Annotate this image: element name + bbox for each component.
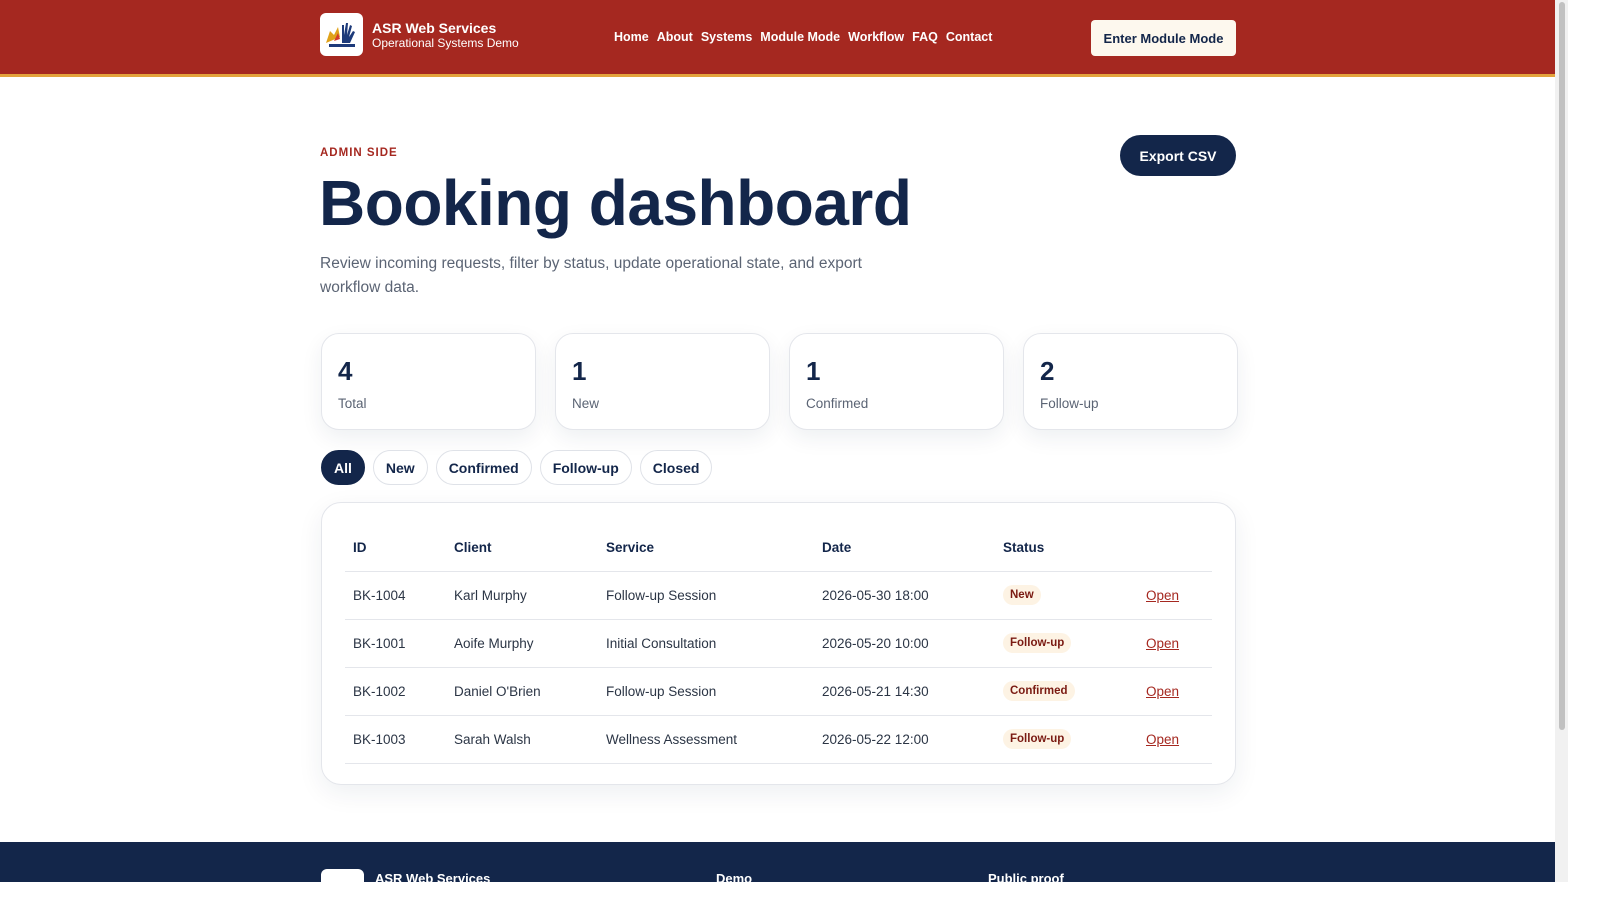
footer-logo <box>321 869 364 889</box>
stat-value: 2 <box>1040 356 1055 386</box>
stat-label: New <box>572 396 600 411</box>
stat-value: 1 <box>572 356 587 386</box>
section-eyebrow: ADMIN SIDE <box>320 147 398 159</box>
booking-id: BK-1002 <box>345 667 446 716</box>
stat-label: Total <box>338 396 367 411</box>
footer-brand-name: ASR Web Services <box>375 871 491 886</box>
brand-name: ASR Web Services <box>372 19 497 36</box>
page-description: Review incoming requests, filter by stat… <box>320 255 862 296</box>
table-row: BK-1002 Daniel O'Brien Follow-up Session… <box>345 667 1212 716</box>
stat-card-follow-up: 2 Follow-up <box>1023 333 1238 430</box>
booking-id: BK-1003 <box>345 715 446 764</box>
column-header-actions <box>1138 524 1212 572</box>
bookings-table-card: ID Client Service Date Status BK-1004 Ka… <box>321 502 1236 785</box>
filter-chip-closed[interactable]: Closed <box>639 450 713 485</box>
table-row: BK-1001 Aoife Murphy Initial Consultatio… <box>345 619 1212 668</box>
column-header-service: Service <box>598 524 814 572</box>
service-name: Follow-up Session <box>598 667 814 716</box>
service-name: Initial Consultation <box>598 619 814 668</box>
open-booking-link[interactable]: Open <box>1146 732 1179 747</box>
brand[interactable]: ASR Web Services Operational Systems Dem… <box>320 13 519 56</box>
page-title: Booking dashboard <box>319 167 912 239</box>
page-scrollbar[interactable] <box>1555 0 1568 882</box>
scrollbar-thumb[interactable] <box>1559 2 1565 730</box>
brand-tagline: Operational Systems Demo <box>372 35 519 50</box>
column-header-id: ID <box>345 524 446 572</box>
main-nav: Home About Systems Module Mode Workflow … <box>614 29 992 45</box>
stat-value: 4 <box>338 356 353 386</box>
nav-link-contact[interactable]: Contact <box>946 29 993 45</box>
stat-value: 1 <box>806 356 821 386</box>
status-badge: Confirmed <box>1003 681 1075 701</box>
booking-id: BK-1004 <box>345 571 446 620</box>
nav-link-about[interactable]: About <box>657 29 693 45</box>
booking-date: 2026-05-21 14:30 <box>814 667 995 716</box>
open-booking-link[interactable]: Open <box>1146 588 1179 603</box>
status-badge: New <box>1003 585 1041 605</box>
nav-link-faq[interactable]: FAQ <box>912 29 938 45</box>
filter-chip-confirmed[interactable]: Confirmed <box>435 450 532 485</box>
open-booking-link[interactable]: Open <box>1146 684 1179 699</box>
client-name: Karl Murphy <box>446 571 598 620</box>
nav-link-home[interactable]: Home <box>614 29 649 45</box>
table-row: BK-1003 Sarah Walsh Wellness Assessment … <box>345 715 1212 764</box>
stats-row: 4 Total 1 New 1 Confirmed 2 Follow-up <box>321 333 1238 430</box>
stat-card-new: 1 New <box>555 333 770 430</box>
client-name: Aoife Murphy <box>446 619 598 668</box>
client-name: Daniel O'Brien <box>446 667 598 716</box>
status-filters: All New Confirmed Follow-up Closed <box>321 450 713 485</box>
filter-chip-follow-up[interactable]: Follow-up <box>539 450 632 485</box>
status-badge: Follow-up <box>1003 729 1072 749</box>
booking-date: 2026-05-22 12:00 <box>814 715 995 764</box>
stat-card-total: 4 Total <box>321 333 536 430</box>
nav-link-module-mode[interactable]: Module Mode <box>760 29 840 45</box>
stat-label: Follow-up <box>1040 396 1099 411</box>
status-badge: Follow-up <box>1003 633 1072 653</box>
service-name: Follow-up Session <box>598 571 814 620</box>
column-header-client: Client <box>446 524 598 572</box>
column-header-status: Status <box>995 524 1138 572</box>
filter-chip-new[interactable]: New <box>372 450 428 485</box>
booking-date: 2026-05-20 10:00 <box>814 619 995 668</box>
company-logo <box>320 13 363 56</box>
table-row: BK-1004 Karl Murphy Follow-up Session 20… <box>345 571 1212 620</box>
client-name: Sarah Walsh <box>446 715 598 764</box>
bookings-table: ID Client Service Date Status BK-1004 Ka… <box>345 524 1212 764</box>
table-header-row: ID Client Service Date Status <box>345 524 1212 572</box>
stat-label: Confirmed <box>806 396 869 411</box>
nav-link-systems[interactable]: Systems <box>701 29 752 45</box>
footer-heading-public-proof: Public proof <box>988 871 1064 886</box>
export-csv-button[interactable]: Export CSV <box>1120 135 1236 176</box>
nav-link-workflow[interactable]: Workflow <box>848 29 904 45</box>
booking-date: 2026-05-30 18:00 <box>814 571 995 620</box>
footer-heading-demo: Demo <box>716 871 753 886</box>
column-header-date: Date <box>814 524 995 572</box>
site-footer: ASR Web Services Demo Public proof <box>0 842 1555 889</box>
enter-module-mode-button[interactable]: Enter Module Mode <box>1091 20 1236 56</box>
open-booking-link[interactable]: Open <box>1146 636 1179 651</box>
booking-id: BK-1001 <box>345 619 446 668</box>
filter-chip-all[interactable]: All <box>321 450 365 485</box>
stat-card-confirmed: 1 Confirmed <box>789 333 1004 430</box>
service-name: Wellness Assessment <box>598 715 814 764</box>
top-navigation-bar: ASR Web Services Operational Systems Dem… <box>0 0 1555 77</box>
